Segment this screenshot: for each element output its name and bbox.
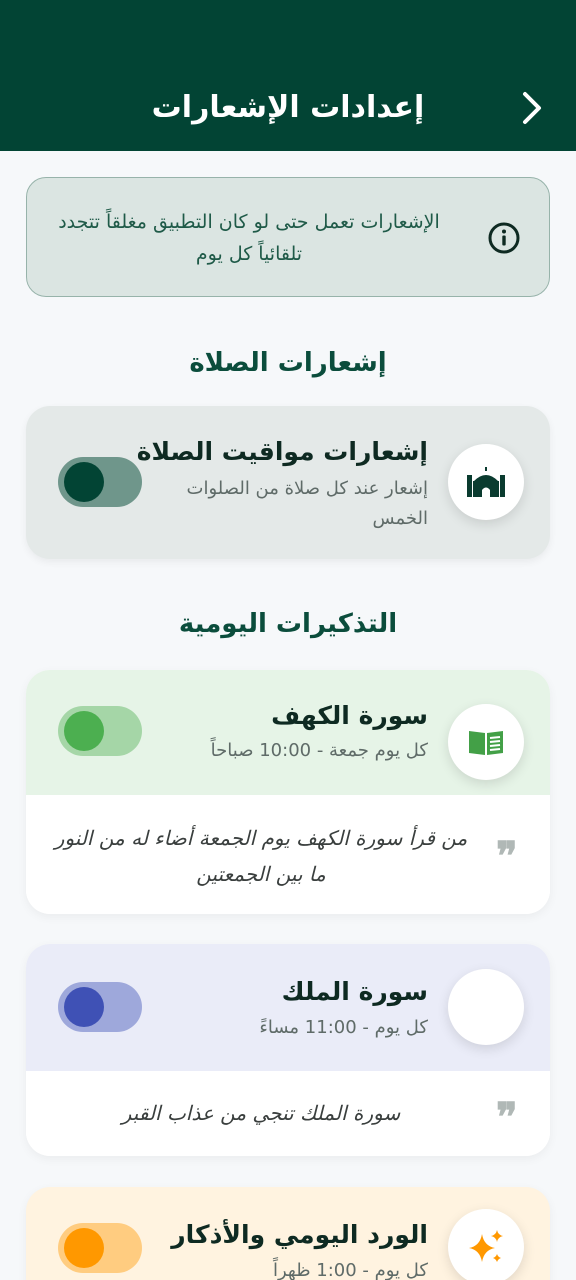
prayer-times-card: إشعارات مواقيت الصلاة إشعار عند كل صلاة … [26, 406, 550, 559]
mulk-toggle[interactable] [58, 982, 142, 1032]
kahf-card-title: سورة الكهف [271, 701, 428, 730]
prayer-card-title: إشعارات مواقيت الصلاة [136, 437, 428, 466]
kahf-icon-circle [448, 704, 524, 780]
wird-toggle[interactable] [58, 1223, 142, 1273]
page-title: إعدادات الإشعارات [151, 90, 425, 125]
info-icon [488, 222, 520, 254]
kahf-toggle[interactable] [58, 706, 142, 756]
app-header: إعدادات الإشعارات [0, 0, 576, 151]
mulk-card-header: سورة الملك كل يوم - 11:00 مساءً [26, 944, 550, 1071]
sparkles-icon [469, 1230, 503, 1262]
quote-mark-icon: ❞ [496, 833, 518, 880]
kahf-card-subtitle: كل يوم جمعة - 10:00 صباحاً [210, 740, 428, 761]
wird-card-subtitle: كل يوم - 1:00 ظهراً [272, 1260, 428, 1280]
kahf-card: سورة الكهف كل يوم جمعة - 10:00 صباحاً ❞ … [26, 670, 550, 914]
kahf-quote-text: من قرأ سورة الكهف يوم الجمعة أضاء له من … [54, 826, 468, 886]
prayer-card-subtitle: إشعار عند كل صلاة من الصلوات الخمس [186, 478, 428, 529]
mulk-quote-text: سورة الملك تنجي من عذاب القبر [121, 1101, 401, 1125]
info-text: الإشعارات تعمل حتى لو كان التطبيق مغلقاً… [58, 211, 440, 265]
mosque-icon [467, 467, 505, 497]
kahf-card-header: سورة الكهف كل يوم جمعة - 10:00 صباحاً [26, 670, 550, 795]
mulk-card-title: سورة الملك [281, 977, 428, 1006]
wird-card: الورد اليومي والأذكار كل يوم - 1:00 ظهرا… [26, 1187, 550, 1280]
kahf-quote-area: ❞ من قرأ سورة الكهف يوم الجمعة أضاء له م… [26, 795, 550, 914]
prayer-toggle[interactable] [58, 457, 142, 507]
section-title-prayer: إشعارات الصلاة [189, 348, 387, 378]
prayer-icon-circle [448, 444, 524, 520]
section-title-daily: التذكيرات اليومية [178, 609, 398, 639]
toggle-knob [64, 987, 104, 1027]
quote-mark-icon: ❞ [496, 1094, 518, 1141]
mulk-card-subtitle: كل يوم - 11:00 مساءً [259, 1017, 428, 1038]
mulk-card: سورة الملك كل يوم - 11:00 مساءً ❞ سورة ا… [26, 944, 550, 1156]
toggle-knob [64, 462, 104, 502]
crescent-moon-icon [476, 992, 491, 1022]
open-book-icon [469, 731, 503, 755]
chevron-right-icon [523, 92, 541, 124]
mulk-quote-area: ❞ سورة الملك تنجي من عذاب القبر [26, 1071, 550, 1156]
back-button[interactable] [510, 86, 554, 130]
wird-icon-circle [448, 1209, 524, 1280]
wird-card-title: الورد اليومي والأذكار [171, 1220, 428, 1249]
mulk-icon-circle [448, 969, 524, 1045]
toggle-knob [64, 1228, 104, 1268]
toggle-knob [64, 711, 104, 751]
info-banner: الإشعارات تعمل حتى لو كان التطبيق مغلقاً… [26, 177, 550, 297]
